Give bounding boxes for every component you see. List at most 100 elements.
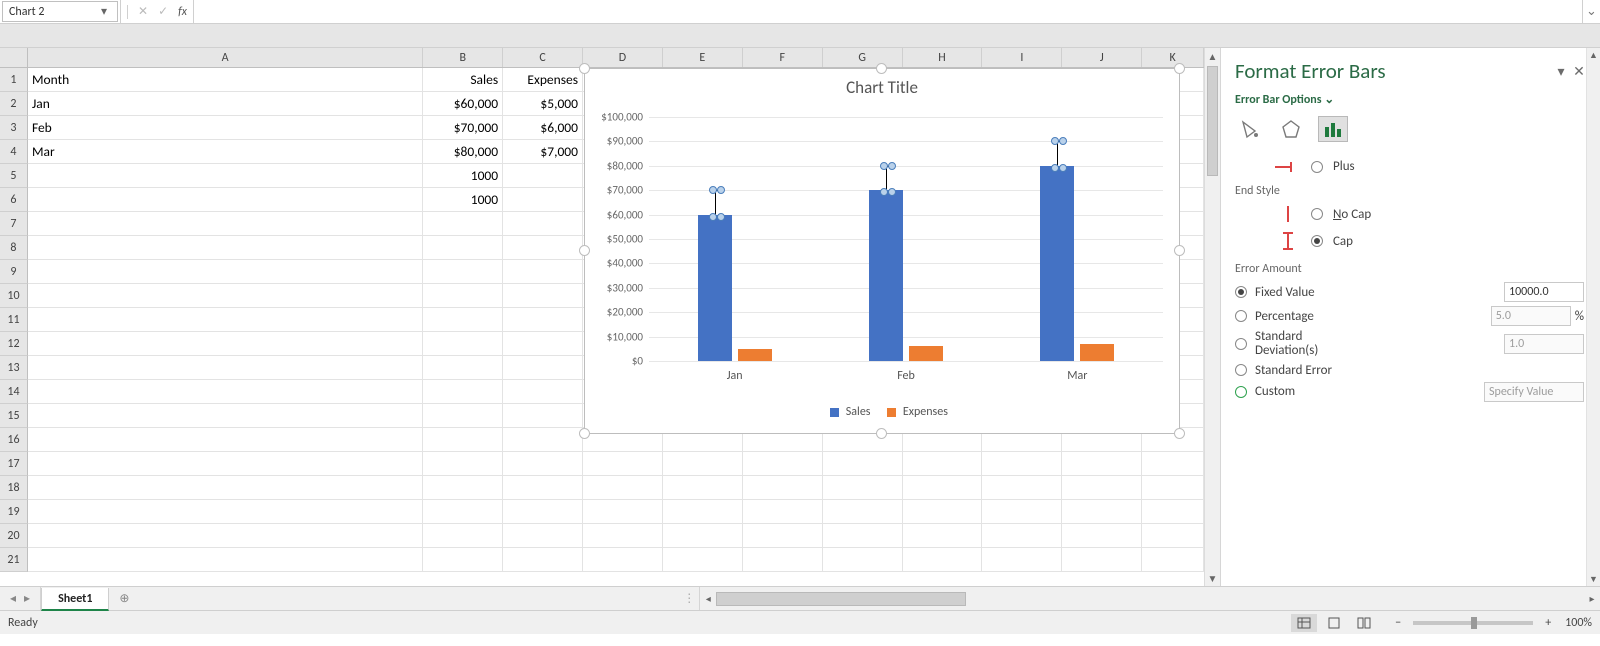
cell[interactable] — [503, 452, 583, 476]
cell[interactable] — [903, 524, 983, 548]
cell[interactable] — [28, 380, 423, 404]
scroll-left-icon[interactable]: ◂ — [700, 592, 716, 605]
pane-options-label[interactable]: Error Bar Options — [1235, 93, 1322, 107]
cell[interactable]: Sales — [423, 68, 503, 92]
fixed-value-field[interactable]: 10000.0 — [1504, 282, 1584, 302]
resize-handle[interactable] — [579, 428, 590, 439]
tab-next-icon[interactable]: ▸ — [24, 591, 30, 606]
custom-radio[interactable] — [1235, 386, 1247, 398]
resize-handle[interactable] — [1174, 428, 1185, 439]
row-header[interactable]: 7 — [0, 212, 28, 236]
no-cap-radio[interactable] — [1311, 208, 1323, 220]
horizontal-scrollbar[interactable]: ◂ ▸ — [699, 587, 1600, 610]
cell[interactable] — [28, 500, 423, 524]
cell[interactable]: $70,000 — [423, 116, 503, 140]
cell[interactable] — [28, 260, 423, 284]
scroll-down-icon[interactable]: ▼ — [1205, 570, 1220, 586]
cell[interactable] — [503, 236, 583, 260]
tab-prev-icon[interactable]: ◂ — [10, 591, 16, 606]
column-header[interactable]: A — [28, 48, 423, 67]
cell[interactable] — [1142, 476, 1204, 500]
cell[interactable] — [423, 332, 503, 356]
custom-specify-button[interactable]: Specify Value — [1484, 382, 1584, 402]
resize-handle[interactable] — [579, 245, 590, 256]
cell[interactable] — [28, 164, 423, 188]
vertical-scrollbar[interactable]: ▲ ▼ — [1204, 48, 1220, 586]
cancel-icon[interactable]: ✕ — [138, 4, 148, 19]
column-header[interactable]: B — [423, 48, 503, 67]
cell[interactable] — [1062, 548, 1142, 572]
error-bar-selection-marker[interactable] — [888, 162, 896, 170]
cell[interactable] — [823, 548, 903, 572]
row-header[interactable]: 2 — [0, 92, 28, 116]
cell[interactable] — [28, 476, 423, 500]
sheet-tab[interactable]: Sheet1 — [41, 588, 109, 611]
column-header[interactable]: G — [823, 48, 903, 67]
worksheet[interactable]: ABCDEFGHIJK 1MonthSalesExpenses2Jan$60,0… — [0, 48, 1204, 586]
cell[interactable] — [583, 500, 663, 524]
cell[interactable] — [28, 308, 423, 332]
resize-handle[interactable] — [1174, 245, 1185, 256]
cell[interactable] — [903, 476, 983, 500]
cell[interactable] — [823, 476, 903, 500]
row-header[interactable]: 20 — [0, 524, 28, 548]
row-header[interactable]: 15 — [0, 404, 28, 428]
stddev-field[interactable]: 1.0 — [1504, 334, 1584, 354]
column-header[interactable]: C — [503, 48, 583, 67]
cell[interactable] — [423, 404, 503, 428]
formula-expand-icon[interactable]: ⌄ — [1582, 0, 1600, 23]
cell[interactable] — [503, 332, 583, 356]
resize-handle[interactable] — [876, 428, 887, 439]
zoom-slider[interactable] — [1413, 621, 1533, 625]
row-header[interactable]: 6 — [0, 188, 28, 212]
formula-input[interactable] — [194, 0, 1582, 23]
row-header[interactable]: 10 — [0, 284, 28, 308]
row-header[interactable]: 11 — [0, 308, 28, 332]
cell[interactable] — [28, 188, 423, 212]
cell[interactable] — [503, 404, 583, 428]
embedded-chart[interactable]: Chart Title $0$10,000$20,000$30,000$40,0… — [584, 68, 1180, 434]
row-header[interactable]: 3 — [0, 116, 28, 140]
error-bar-selection-marker[interactable] — [709, 186, 717, 194]
error-bar[interactable] — [886, 166, 887, 190]
cell[interactable]: Mar — [28, 140, 423, 164]
cell[interactable]: Feb — [28, 116, 423, 140]
cell[interactable] — [583, 476, 663, 500]
cell[interactable] — [663, 452, 743, 476]
chevron-down-icon[interactable]: ⌄ — [1324, 93, 1334, 107]
scroll-up-icon[interactable]: ▲ — [1587, 48, 1600, 62]
cell[interactable] — [423, 212, 503, 236]
cell[interactable] — [1062, 500, 1142, 524]
fixed-value-radio[interactable] — [1235, 286, 1247, 298]
cell[interactable] — [503, 380, 583, 404]
cell[interactable] — [1142, 452, 1204, 476]
error-bar[interactable] — [1057, 141, 1058, 165]
resize-handle[interactable] — [876, 63, 887, 74]
cell[interactable]: 1000 — [423, 188, 503, 212]
confirm-icon[interactable]: ✓ — [158, 4, 168, 19]
column-header[interactable]: F — [743, 48, 823, 67]
column-header[interactable]: H — [903, 48, 983, 67]
scroll-down-icon[interactable]: ▼ — [1587, 572, 1600, 586]
cell[interactable] — [743, 476, 823, 500]
row-header[interactable]: 18 — [0, 476, 28, 500]
zoom-value[interactable]: 100% — [1565, 616, 1592, 630]
cell[interactable] — [423, 548, 503, 572]
cell[interactable] — [583, 524, 663, 548]
cap-radio[interactable] — [1311, 235, 1323, 247]
page-layout-view-icon[interactable] — [1321, 614, 1347, 632]
cell[interactable] — [903, 500, 983, 524]
cell[interactable] — [663, 476, 743, 500]
cell[interactable]: $5,000 — [503, 92, 583, 116]
percentage-field[interactable]: 5.0 — [1491, 306, 1571, 326]
row-header[interactable]: 8 — [0, 236, 28, 260]
cell[interactable]: $6,000 — [503, 116, 583, 140]
pane-scrollbar[interactable]: ▲ ▼ — [1586, 48, 1600, 586]
cell[interactable] — [903, 452, 983, 476]
cell[interactable] — [503, 260, 583, 284]
row-header[interactable]: 12 — [0, 332, 28, 356]
cell[interactable] — [583, 452, 663, 476]
resize-handle[interactable] — [579, 63, 590, 74]
select-all-corner[interactable] — [0, 48, 28, 67]
cell[interactable] — [663, 548, 743, 572]
